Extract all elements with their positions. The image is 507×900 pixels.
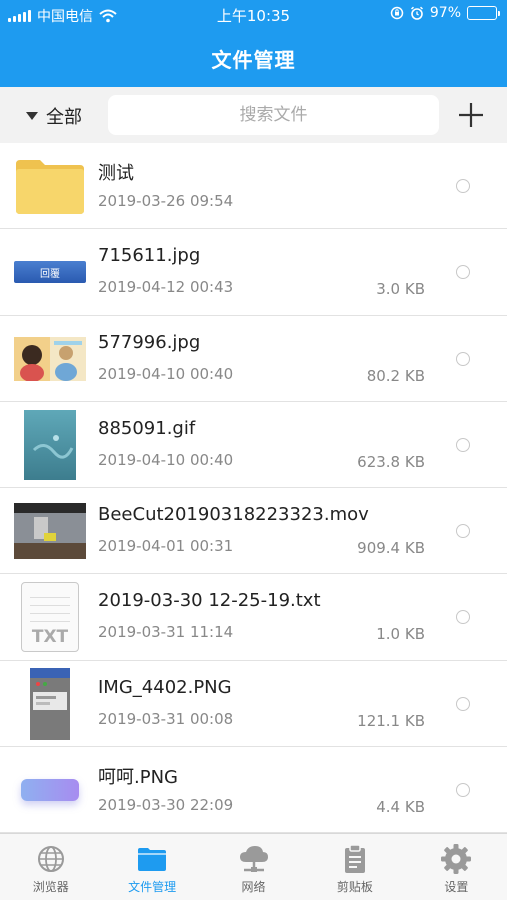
file-date: 2019-04-10 00:40 <box>98 364 234 383</box>
list-item[interactable]: BeeCut20190318223323.mov 2019-04-01 00:3… <box>0 488 507 575</box>
tab-settings[interactable]: 设置 <box>406 834 507 900</box>
file-date: 2019-04-10 00:40 <box>98 450 234 469</box>
cloud-network-icon <box>239 846 268 872</box>
file-name: 2019-03-30 12-25-19.txt <box>98 590 321 612</box>
file-name: IMG_4402.PNG <box>98 676 232 698</box>
file-name: 测试 <box>98 163 134 184</box>
filter-selected-label: 全部 <box>46 107 82 128</box>
thumbnail-label: TXT <box>31 627 69 648</box>
thumbnail-label: 回覆 <box>40 268 60 280</box>
image-thumbnail <box>14 328 86 390</box>
file-name: 呵呵.PNG <box>98 767 178 789</box>
select-radio[interactable] <box>456 783 470 798</box>
file-size: 3.0 KB <box>376 280 425 299</box>
filter-bar: 全部 <box>0 87 507 143</box>
select-radio[interactable] <box>456 351 470 366</box>
list-item[interactable]: 回覆 715611.jpg 2019-04-12 00:43 3.0 KB <box>0 229 507 316</box>
top-bar: 中国电信 上午10:35 97% 文件管理 <box>0 0 507 87</box>
list-item[interactable]: 885091.gif 2019-04-10 00:40 623.8 KB <box>0 402 507 489</box>
file-date: 2019-03-31 11:14 <box>98 623 234 642</box>
file-date: 2019-04-01 00:31 <box>98 537 234 556</box>
file-size: 909.4 KB <box>357 539 425 558</box>
file-size: 4.4 KB <box>376 798 425 817</box>
select-radio[interactable] <box>456 610 470 625</box>
file-size: 121.1 KB <box>357 711 425 730</box>
plus-icon[interactable] <box>455 99 487 131</box>
file-size: 623.8 KB <box>357 452 425 471</box>
alarm-icon <box>410 6 423 20</box>
filter-dropdown[interactable]: 全部 <box>26 103 82 129</box>
globe-icon <box>37 846 64 872</box>
select-radio[interactable] <box>456 265 470 280</box>
list-item[interactable]: 577996.jpg 2019-04-10 00:40 80.2 KB <box>0 316 507 402</box>
tab-label: 文件管理 <box>128 880 177 894</box>
tab-label: 设置 <box>444 880 469 894</box>
tab-bar: 浏览器 文件管理 网络 剪贴板 设置 <box>0 833 507 900</box>
file-date: 2019-04-12 00:43 <box>98 278 234 297</box>
tab-network[interactable]: 网络 <box>203 834 304 900</box>
clipboard-icon <box>344 844 365 873</box>
image-thumbnail <box>14 667 86 740</box>
select-radio[interactable] <box>456 696 470 711</box>
folder-icon <box>14 155 86 217</box>
tab-label: 浏览器 <box>32 880 69 894</box>
image-thumbnail <box>14 409 86 480</box>
file-list: 测试 2019-03-26 09:54 回覆 715611.jpg 2019-0… <box>0 143 507 834</box>
gear-icon <box>441 844 472 874</box>
tab-browser[interactable]: 浏览器 <box>0 834 101 900</box>
battery-percent: 97% <box>429 5 461 21</box>
video-thumbnail <box>14 500 86 562</box>
file-name: BeeCut20190318223323.mov <box>98 504 369 526</box>
caret-down-icon <box>26 112 38 120</box>
file-size: 1.0 KB <box>376 625 425 644</box>
select-radio[interactable] <box>456 437 470 452</box>
file-name: 715611.jpg <box>98 245 201 267</box>
list-item[interactable]: 测试 2019-03-26 09:54 <box>0 143 507 230</box>
list-item[interactable]: TXT 2019-03-30 12-25-19.txt 2019-03-31 1… <box>0 574 507 661</box>
image-thumbnail <box>14 759 86 821</box>
tab-label: 剪贴板 <box>336 880 373 894</box>
image-thumbnail: 回覆 <box>14 241 86 303</box>
file-name: 885091.gif <box>98 417 196 439</box>
rotation-lock-icon <box>390 6 404 20</box>
folder-icon <box>138 848 167 871</box>
select-radio[interactable] <box>456 179 470 193</box>
list-item[interactable]: IMG_4402.PNG 2019-03-31 00:08 121.1 KB <box>0 661 507 748</box>
tab-clipboard[interactable]: 剪贴板 <box>304 834 405 900</box>
txt-file-icon: TXT <box>14 582 86 653</box>
file-date: 2019-03-30 22:09 <box>98 796 234 815</box>
file-date: 2019-03-31 00:08 <box>98 709 234 728</box>
search-input[interactable] <box>108 95 439 135</box>
select-radio[interactable] <box>456 524 470 539</box>
page-title: 文件管理 <box>211 48 296 72</box>
battery-icon <box>467 6 500 20</box>
tab-label: 网络 <box>241 880 266 894</box>
file-date: 2019-03-26 09:54 <box>98 192 234 210</box>
tab-file-manager[interactable]: 文件管理 <box>101 834 202 900</box>
status-bar: 中国电信 上午10:35 97% <box>0 0 507 30</box>
list-item[interactable]: 呵呵.PNG 2019-03-30 22:09 4.4 KB <box>0 747 507 834</box>
file-size: 80.2 KB <box>366 366 425 385</box>
file-name: 577996.jpg <box>98 331 201 353</box>
